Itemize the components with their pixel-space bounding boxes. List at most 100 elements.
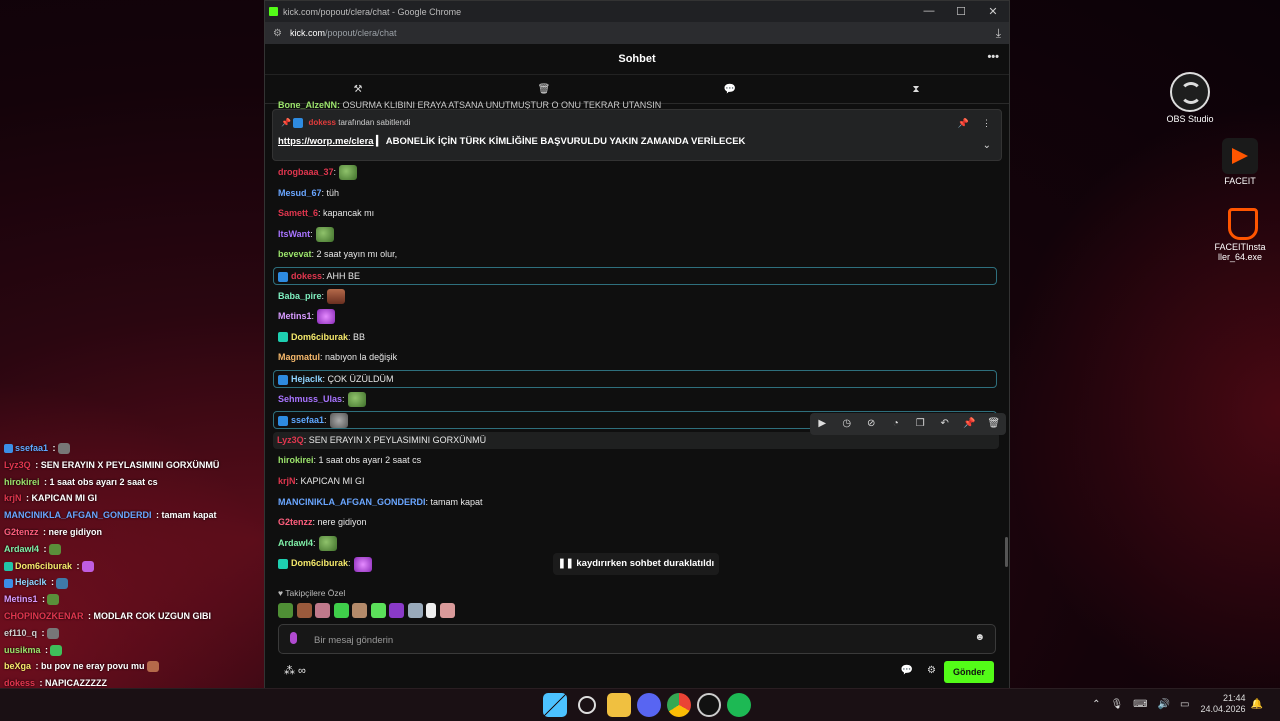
chat-message[interactable]: MANCINIKLA_AFGAN_GONDERDI: tamam kapat bbox=[278, 494, 483, 511]
pinned-by-user[interactable]: dokess bbox=[308, 118, 336, 127]
message-username[interactable]: Baba_pire bbox=[278, 291, 322, 301]
message-username[interactable]: Samett_6 bbox=[278, 208, 318, 218]
spotify-icon[interactable] bbox=[727, 693, 751, 717]
undo-icon[interactable]: ↶ bbox=[933, 413, 958, 435]
chat-message[interactable]: hirokirei: 1 saat obs ayarı 2 saat cs bbox=[278, 452, 421, 469]
download-icon[interactable]: ⤓ bbox=[996, 26, 1001, 41]
volume-icon[interactable]: 🔊 bbox=[1158, 699, 1170, 710]
site-settings-icon[interactable]: ⚙ bbox=[273, 28, 282, 39]
pin-icon[interactable]: 📌 bbox=[957, 413, 982, 435]
message-username[interactable]: G2tenzz bbox=[278, 517, 313, 527]
minimize-icon[interactable]: — bbox=[913, 5, 945, 18]
settings-gear-icon[interactable]: ⚙ bbox=[927, 665, 936, 676]
chat-message[interactable]: Sehmuss_Ulas: bbox=[278, 391, 366, 408]
message-username[interactable]: Lyz3Q bbox=[277, 435, 304, 445]
reply-icon[interactable]: ◔ bbox=[884, 413, 909, 435]
chat-message[interactable]: Mesud_67: tüh bbox=[278, 185, 339, 202]
message-username[interactable]: Mesud_67 bbox=[278, 188, 322, 198]
message-username[interactable]: dokess bbox=[291, 271, 322, 281]
chat-scrollbar[interactable] bbox=[1005, 537, 1008, 567]
chat-message[interactable]: Magmatul: nabıyon la değişik bbox=[278, 349, 397, 366]
message-username[interactable]: Dom6ciburak bbox=[291, 332, 348, 342]
pinned-link[interactable]: https://worp.me/clera bbox=[278, 136, 374, 147]
chat-paused-banner[interactable]: ❚❚ kaydırırken sohbet duraklatıldı bbox=[553, 553, 719, 575]
play-icon[interactable]: ▶ bbox=[810, 413, 835, 435]
chevron-down-icon[interactable]: ⌄ bbox=[983, 140, 991, 151]
chat-message[interactable]: bevevat: 2 saat yayın mı olur, bbox=[278, 246, 397, 263]
faceit-installer-desktop-icon[interactable]: FACEITInstaller_64.exe bbox=[1202, 204, 1278, 262]
chrome-icon[interactable] bbox=[667, 693, 691, 717]
faceit-desktop-icon[interactable]: FACEIT bbox=[1202, 138, 1278, 186]
message-username[interactable]: drogbaaa_37 bbox=[278, 167, 334, 177]
obs-studio-desktop-icon[interactable]: OBS Studio bbox=[1152, 72, 1228, 124]
message-input-box[interactable]: ☻ bbox=[278, 624, 996, 654]
chat-message-list[interactable]: drogbaaa_37: Mesud_67: tüh Samett_6: kapan… bbox=[265, 104, 1009, 580]
trash-icon[interactable]: 🗑 bbox=[451, 84, 637, 95]
more-options-icon[interactable]: ••• bbox=[987, 51, 999, 63]
steam-icon[interactable] bbox=[697, 693, 721, 717]
message-username[interactable]: Magmatul bbox=[278, 352, 320, 362]
message-username[interactable]: Sehmuss_Ulas bbox=[278, 394, 342, 404]
clock-icon[interactable]: ◷ bbox=[835, 413, 860, 435]
emote-wizard-icon[interactable] bbox=[389, 603, 404, 618]
discord-icon[interactable] bbox=[637, 693, 661, 717]
delete-icon[interactable]: 🗑 bbox=[982, 413, 1007, 435]
chevron-up-icon[interactable]: ⌃ bbox=[1092, 699, 1100, 710]
chat-message[interactable]: Samett_6: kapancak mı bbox=[278, 205, 374, 222]
start-menu-icon[interactable] bbox=[543, 693, 567, 717]
chat-message[interactable]: Hejaclk: ÇOK ÜZÜLDÜM bbox=[273, 370, 997, 388]
message-username[interactable]: ItsWant bbox=[278, 229, 310, 239]
chat-message[interactable]: dokess: AHH BE bbox=[273, 267, 997, 285]
maximize-icon[interactable]: ☐ bbox=[945, 5, 977, 18]
message-input[interactable] bbox=[312, 630, 956, 650]
chat-message[interactable]: Ardawl4: bbox=[278, 535, 337, 552]
message-username[interactable]: Hejaclk bbox=[291, 374, 323, 384]
emote-ball-icon[interactable] bbox=[370, 603, 386, 618]
emote-green-icon[interactable] bbox=[333, 603, 349, 618]
chat-message[interactable]: Dom6ciburak: bbox=[278, 555, 372, 572]
chat-message[interactable]: Metins1: bbox=[278, 308, 336, 325]
kick-points-icon[interactable]: ⁂ ∞ bbox=[284, 664, 306, 677]
emote-frog-icon[interactable] bbox=[278, 603, 293, 618]
unpin-icon[interactable]: 📌 bbox=[958, 118, 969, 129]
message-username[interactable]: Metins1 bbox=[278, 311, 312, 321]
copy-icon[interactable]: ❐ bbox=[908, 413, 933, 435]
mute-icon[interactable]: ⊘ bbox=[859, 413, 884, 435]
message-username[interactable]: ssefaa1 bbox=[291, 415, 324, 425]
chat-bubble-icon[interactable]: 💬 bbox=[637, 84, 823, 95]
chat-settings-bubble-icon[interactable]: 💬 bbox=[901, 665, 913, 676]
chat-message[interactable]: krjN: KAPICAN MI GI bbox=[278, 473, 365, 490]
battery-icon[interactable]: ▭ bbox=[1180, 699, 1189, 710]
network-icon[interactable]: ⌨ bbox=[1133, 699, 1147, 710]
search-icon[interactable] bbox=[578, 696, 596, 714]
chat-message[interactable]: Baba_pire: bbox=[278, 288, 346, 305]
microphone-icon[interactable]: 🎙 bbox=[1110, 699, 1123, 710]
chat-message[interactable]: ItsWant: bbox=[278, 226, 334, 243]
close-icon[interactable]: ✕ bbox=[977, 5, 1009, 18]
chat-message[interactable]: drogbaaa_37: bbox=[278, 164, 358, 181]
emote-man-icon[interactable] bbox=[352, 603, 367, 618]
file-explorer-icon[interactable] bbox=[607, 693, 631, 717]
emote-bird-icon[interactable] bbox=[407, 603, 423, 618]
chat-message[interactable]: G2tenzz: nere gidiyon bbox=[278, 514, 367, 531]
message-username[interactable]: bevevat bbox=[278, 249, 312, 259]
message-username[interactable]: hirokirei bbox=[278, 455, 314, 465]
emoji-picker-icon[interactable]: ☻ bbox=[974, 632, 985, 643]
emote-cat-icon[interactable] bbox=[315, 603, 330, 618]
pinned-options-icon[interactable]: ⋮ bbox=[982, 118, 991, 129]
send-button[interactable]: Gönder bbox=[944, 661, 994, 683]
message-username[interactable]: krjN bbox=[278, 476, 296, 486]
notification-icon[interactable]: 🔔 bbox=[1251, 699, 1263, 710]
emote-hands-icon[interactable] bbox=[426, 603, 436, 618]
message-username[interactable]: Dom6ciburak bbox=[291, 558, 348, 568]
message-username[interactable]: MANCINIKLA_AFGAN_GONDERDI bbox=[278, 497, 426, 507]
emote-pig-icon[interactable] bbox=[439, 603, 455, 618]
hammer-icon[interactable]: ⚒ bbox=[265, 84, 451, 95]
address-bar[interactable]: ⚙ kick.com/popout/clera/chat ⤓ bbox=[265, 22, 1009, 44]
voice-icon[interactable] bbox=[290, 632, 297, 644]
hourglass-icon[interactable]: ⧗ bbox=[823, 84, 1009, 95]
system-clock[interactable]: 21:44 24.04.2026 bbox=[1201, 693, 1246, 715]
chat-message[interactable]: Dom6ciburak: BB bbox=[278, 329, 365, 346]
emote-face-icon[interactable] bbox=[296, 603, 312, 618]
message-username[interactable]: Ardawl4 bbox=[278, 538, 313, 548]
